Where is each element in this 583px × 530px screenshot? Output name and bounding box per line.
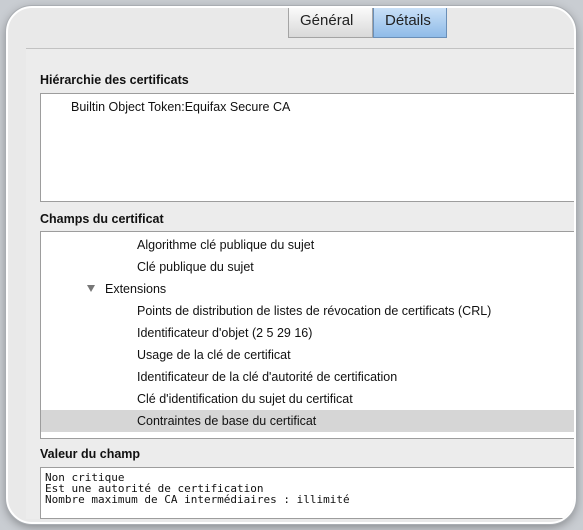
hierarchy-tree[interactable]: Builtin Object Token:Equifax Secure CA — [40, 93, 574, 202]
field-row-label: Clé d'identification du sujet du certifi… — [137, 392, 353, 406]
field-row-crl-distribution-points[interactable]: Points de distribution de listes de révo… — [41, 300, 574, 322]
field-row-subject-public-key-algorithm[interactable]: Algorithme clé publique du sujet — [41, 234, 574, 256]
field-row-subject-public-key[interactable]: Clé publique du sujet — [41, 256, 574, 278]
field-value-textarea[interactable]: Non critique Est une autorité de certifi… — [40, 467, 574, 519]
hierarchy-item[interactable]: Builtin Object Token:Equifax Secure CA — [71, 100, 290, 114]
field-row-basic-constraints[interactable]: Contraintes de base du certificat — [41, 410, 574, 432]
disclosure-triangle-icon[interactable] — [87, 285, 95, 292]
field-row-label: Algorithme clé publique du sujet — [137, 238, 315, 252]
field-row-authority-key-identifier[interactable]: Identificateur de la clé d'autorité de c… — [41, 366, 574, 388]
details-panel: Hiérarchie des certificats Builtin Objec… — [26, 48, 574, 519]
certificate-viewer-window: Général Détails Hiérarchie des certifica… — [6, 6, 576, 524]
fields-label: Champs du certificat — [40, 212, 164, 226]
field-row-label: Identificateur de la clé d'autorité de c… — [137, 370, 398, 384]
tab-general[interactable]: Général — [288, 8, 373, 38]
field-row-label: Points de distribution de listes de révo… — [137, 304, 492, 318]
value-label: Valeur du champ — [40, 447, 141, 461]
field-row-label: Extensions — [105, 282, 167, 296]
field-row-label: Identificateur d'objet (2 5 29 16) — [137, 326, 313, 340]
tab-details[interactable]: Détails — [373, 8, 447, 38]
fields-tree[interactable]: Algorithme clé publique du sujet Clé pub… — [40, 231, 574, 439]
value-line: Nombre maximum de CA intermédiaires : il… — [45, 493, 350, 506]
field-row-object-identifier[interactable]: Identificateur d'objet (2 5 29 16) — [41, 322, 574, 344]
field-row-key-usage[interactable]: Usage de la clé de certificat — [41, 344, 574, 366]
field-row-label: Clé publique du sujet — [137, 260, 254, 274]
field-row-extensions[interactable]: Extensions — [41, 278, 574, 300]
field-row-label: Contraintes de base du certificat — [137, 414, 317, 428]
field-row-label: Usage de la clé de certificat — [137, 348, 291, 362]
hierarchy-label: Hiérarchie des certificats — [40, 73, 189, 87]
field-row-subject-key-identifier[interactable]: Clé d'identification du sujet du certifi… — [41, 388, 574, 410]
